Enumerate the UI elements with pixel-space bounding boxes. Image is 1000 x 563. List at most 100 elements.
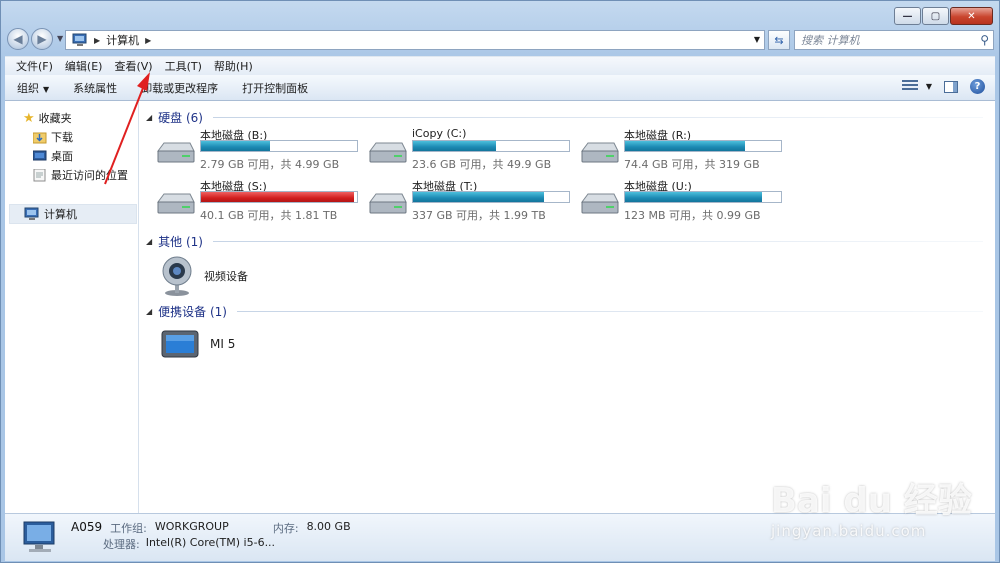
control-panel-button[interactable]: 打开控制面板	[242, 80, 308, 96]
command-bar-right: ▼ ?	[901, 79, 985, 94]
dropdown-arrow-icon: ▼	[925, 82, 932, 91]
back-button[interactable]: ◀	[7, 28, 29, 50]
forward-button[interactable]: ▶	[31, 28, 53, 50]
preview-pane-icon[interactable]	[944, 80, 958, 93]
device-video[interactable]: 视频设备	[160, 255, 248, 297]
explorer-window: — ▢ ✕ ◀ ▶ ▼ ▶ 计算机 ▶ ▼ ⇆ 搜索 计算机 ⚲ 文件(F) 编…	[0, 0, 1000, 563]
drive-item[interactable]: 本地磁盘 (T:) 337 GB 可用，共 1.99 TB	[368, 178, 578, 226]
hard-drive-icon	[157, 142, 195, 163]
drive-usage-fill	[625, 192, 763, 202]
workgroup-label: 工作组:	[110, 522, 147, 535]
group-header-other[interactable]: ◢ 其他 (1)	[146, 233, 983, 250]
menu-tools[interactable]: 工具(T)	[160, 57, 207, 75]
group-divider	[236, 311, 983, 312]
search-icon[interactable]: ⚲	[980, 33, 989, 47]
drive-usage-fill	[413, 192, 545, 202]
drive-usage-fill	[201, 192, 354, 202]
nav-desktop-label: 桌面	[51, 150, 73, 163]
nav-downloads-label: 下载	[51, 131, 73, 144]
change-view-button[interactable]: ▼	[901, 79, 932, 94]
menu-file[interactable]: 文件(F)	[11, 57, 58, 75]
collapse-triangle-icon[interactable]: ◢	[146, 307, 152, 316]
breadcrumb-chevron-icon[interactable]: ▶	[145, 36, 151, 45]
nav-recent-places[interactable]: 最近访问的位置	[33, 167, 128, 183]
back-arrow-icon: ◀	[13, 32, 23, 46]
drive-usage-bar	[624, 140, 782, 152]
help-icon[interactable]: ?	[970, 79, 985, 94]
computer-icon	[72, 33, 87, 46]
hard-drive-icon	[369, 193, 407, 214]
drive-usage-fill	[625, 141, 746, 151]
collapse-triangle-icon[interactable]: ◢	[146, 113, 152, 122]
menu-edit[interactable]: 编辑(E)	[60, 57, 108, 75]
refresh-button[interactable]: ⇆	[768, 30, 790, 50]
group-header-portable[interactable]: ◢ 便携设备 (1)	[146, 303, 983, 320]
organize-label: 组织	[17, 81, 39, 95]
nav-favorites[interactable]: ★ 收藏夹	[23, 110, 72, 126]
breadcrumb-computer[interactable]: 计算机	[106, 32, 139, 48]
recent-places-icon	[33, 168, 46, 181]
group-divider	[212, 241, 983, 242]
menu-view[interactable]: 查看(V)	[109, 57, 157, 75]
drive-usage-fill	[413, 141, 496, 151]
address-dropdown-icon[interactable]: ▼	[754, 35, 760, 44]
drive-item[interactable]: 本地磁盘 (S:) 40.1 GB 可用，共 1.81 TB	[156, 178, 366, 226]
forward-arrow-icon: ▶	[37, 32, 47, 46]
processor-label: 处理器:	[103, 538, 140, 551]
organize-button[interactable]: 组织 ▼	[17, 80, 49, 96]
drive-item[interactable]: iCopy (C:) 23.6 GB 可用，共 49.9 GB	[368, 127, 578, 175]
drive-space-info: 74.4 GB 可用，共 319 GB	[624, 158, 760, 171]
collapse-triangle-icon[interactable]: ◢	[146, 237, 152, 246]
drive-item[interactable]: 本地磁盘 (U:) 123 MB 可用，共 0.99 GB	[580, 178, 790, 226]
details-row-2: 处理器: Intel(R) Core(TM) i5-6...	[103, 536, 275, 552]
system-properties-button[interactable]: 系统属性	[73, 80, 117, 96]
group-title: 便携设备 (1)	[158, 305, 227, 319]
maximize-button[interactable]: ▢	[922, 7, 949, 25]
memory-value: 8.00 GB	[306, 520, 351, 533]
device-mi5[interactable]: MI 5	[160, 327, 235, 361]
drive-usage-bar	[200, 191, 358, 203]
caption-buttons: — ▢ ✕	[894, 7, 993, 25]
drive-item[interactable]: 本地磁盘 (B:) 2.79 GB 可用，共 4.99 GB	[156, 127, 366, 175]
hard-drive-icon	[581, 193, 619, 214]
nav-desktop[interactable]: 桌面	[33, 148, 73, 164]
memory-label: 内存:	[272, 522, 299, 535]
uninstall-program-button[interactable]: 卸载或更改程序	[141, 80, 218, 96]
main-pane: ◢ 硬盘 (6) 本地磁盘 (B:) 2.79 GB 可用，共 4.99 GB iC…	[140, 101, 995, 513]
hard-drive-icon	[157, 193, 195, 214]
watermark-logo: Bai du 经验	[771, 481, 972, 521]
device-video-label: 视频设备	[204, 270, 248, 283]
dropdown-arrow-icon: ▼	[43, 84, 50, 94]
group-divider	[212, 117, 983, 118]
group-title: 其他 (1)	[158, 235, 203, 249]
command-bar: 组织 ▼ 系统属性 卸载或更改程序 打开控制面板 ▼ ?	[5, 75, 995, 101]
menu-help[interactable]: 帮助(H)	[209, 57, 258, 75]
search-input[interactable]: 搜索 计算机 ⚲	[794, 30, 994, 50]
computer-large-icon	[23, 521, 55, 552]
drive-usage-bar	[624, 191, 782, 203]
drive-space-info: 40.1 GB 可用，共 1.81 TB	[200, 209, 338, 222]
recent-pages-dropdown[interactable]: ▼	[57, 34, 63, 43]
drive-usage-bar	[412, 140, 570, 152]
breadcrumb-chevron-icon[interactable]: ▶	[94, 36, 100, 45]
downloads-folder-icon	[33, 132, 47, 143]
refresh-icon: ⇆	[774, 33, 784, 47]
computer-name: A059	[71, 520, 103, 534]
hard-drive-icon	[581, 142, 619, 163]
hard-drive-icon	[369, 142, 407, 163]
webcam-icon	[162, 256, 192, 296]
close-button[interactable]: ✕	[950, 7, 993, 25]
device-mi5-label: MI 5	[210, 337, 236, 351]
drive-space-info: 337 GB 可用，共 1.99 TB	[412, 209, 546, 222]
search-placeholder: 搜索 计算机	[801, 34, 860, 47]
drive-item[interactable]: 本地磁盘 (R:) 74.4 GB 可用，共 319 GB	[580, 127, 790, 175]
group-header-hard-disks[interactable]: ◢ 硬盘 (6)	[146, 109, 983, 126]
address-bar[interactable]: ▶ 计算机 ▶ ▼	[65, 30, 765, 50]
view-options-icon	[901, 79, 918, 94]
nav-downloads[interactable]: 下载	[33, 129, 73, 145]
star-icon: ★	[23, 110, 35, 126]
baidu-watermark: Bai du 经验 jingyan.baidu.com	[771, 473, 972, 540]
minimize-button[interactable]: —	[894, 7, 921, 25]
drive-usage-bar	[412, 191, 570, 203]
nav-computer[interactable]: 计算机	[9, 204, 137, 224]
